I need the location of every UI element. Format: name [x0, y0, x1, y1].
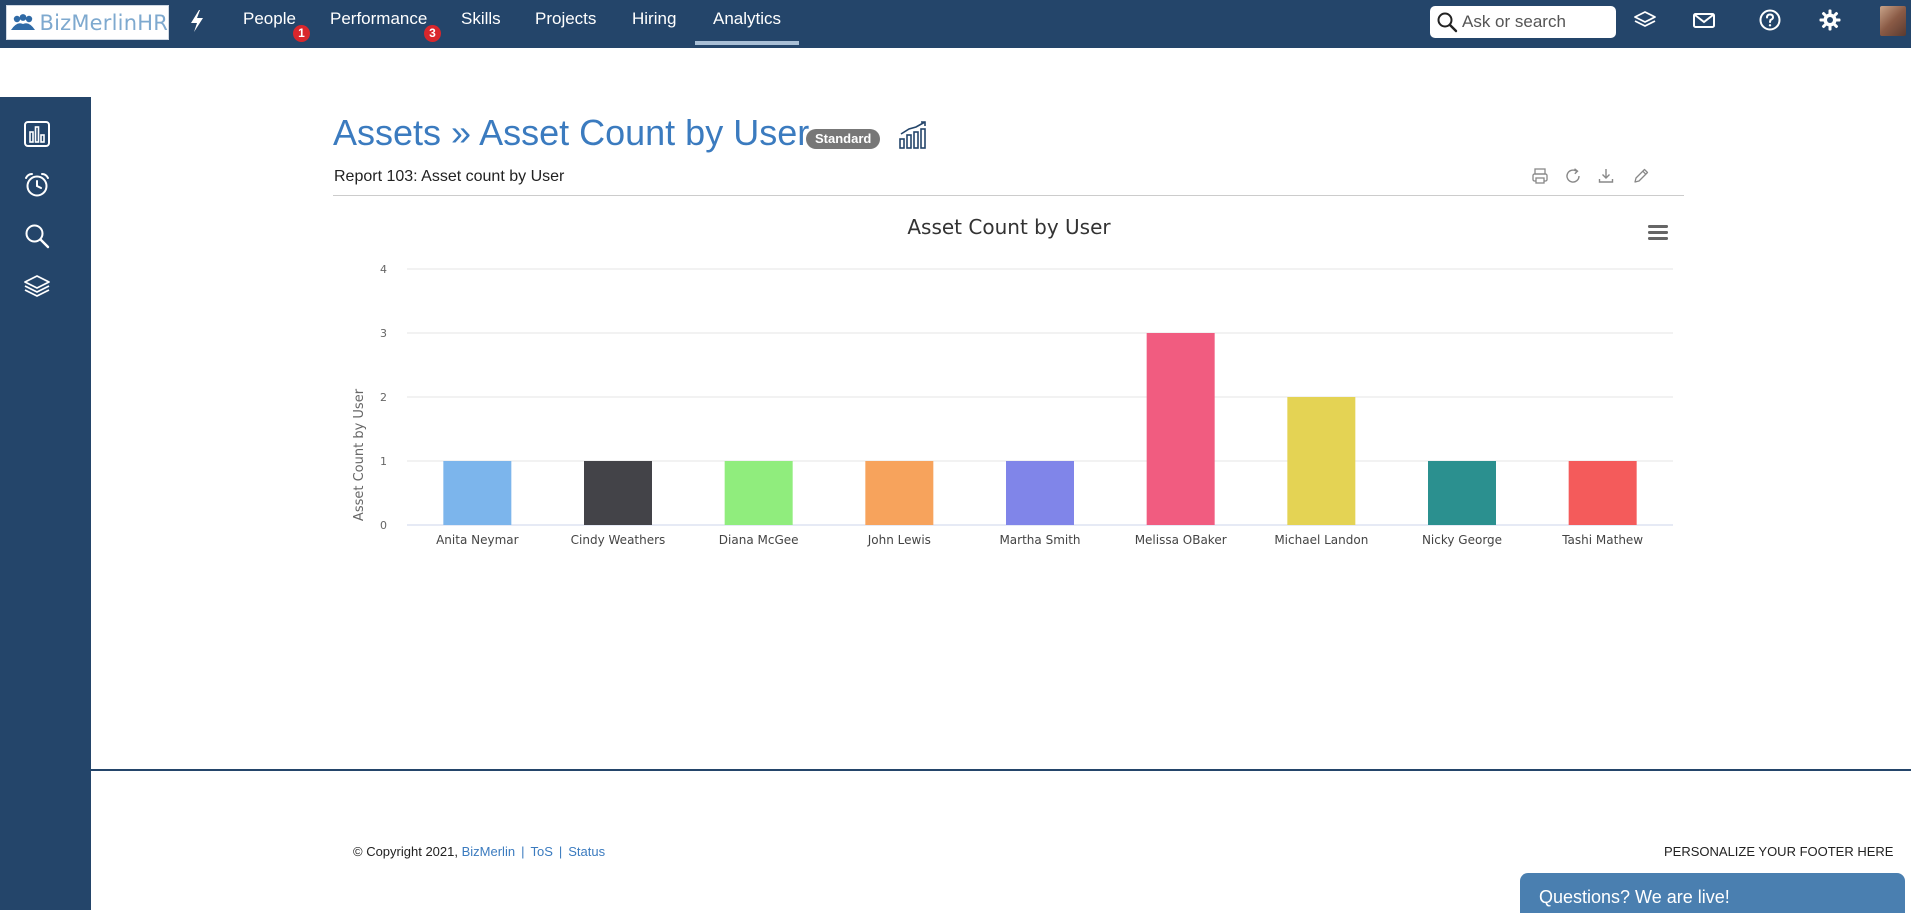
tos-link[interactable]: ToS [530, 844, 552, 859]
people-notification-badge: 1 [293, 25, 310, 42]
y-tick-label: 4 [380, 263, 387, 276]
search-icon[interactable] [22, 221, 52, 251]
bar-nicky-george[interactable] [1428, 461, 1496, 525]
nav-skills[interactable]: Skills [461, 9, 501, 29]
live-chat-widget[interactable]: Questions? We are live! [1520, 873, 1905, 913]
y-tick-label: 3 [380, 327, 387, 340]
search-input[interactable] [1462, 12, 1612, 32]
alarm-clock-icon[interactable] [22, 170, 52, 200]
mail-icon[interactable] [1691, 7, 1717, 33]
copyright-prefix: © Copyright 2021, [353, 844, 458, 859]
refresh-icon[interactable] [1563, 166, 1583, 186]
bolt-icon[interactable] [186, 8, 208, 34]
print-icon[interactable] [1530, 166, 1550, 186]
bar-anita-neymar[interactable] [443, 461, 512, 525]
personalize-footer-text: PERSONALIZE YOUR FOOTER HERE [1664, 844, 1894, 859]
user-avatar[interactable] [1880, 6, 1906, 36]
asset-count-bar-chart: Asset Count by User Asset Count by User … [352, 215, 1673, 547]
report-subtitle: Report 103: Asset count by User [334, 168, 565, 185]
x-tick-label: John Lewis [867, 533, 931, 547]
bar-cindy-weathers[interactable] [584, 461, 652, 525]
help-icon[interactable] [1757, 7, 1783, 33]
logo-text: BizMerlinHR [39, 10, 168, 35]
trend-chart-icon[interactable] [898, 120, 928, 150]
y-tick-label: 1 [380, 455, 387, 468]
layers-icon[interactable] [1632, 7, 1658, 33]
bar-john-lewis[interactable] [865, 461, 934, 525]
header-divider [333, 195, 1684, 196]
search-icon [1437, 12, 1458, 33]
copyright-text: © Copyright 2021, BizMerlin | ToS | Status [353, 844, 605, 859]
footer-divider [91, 769, 1911, 771]
nav-people[interactable]: People [243, 9, 296, 29]
gear-icon[interactable] [1817, 7, 1843, 33]
page-title: Assets » Asset Count by User [333, 112, 810, 153]
global-search[interactable] [1430, 6, 1616, 38]
status-link[interactable]: Status [568, 844, 605, 859]
separator: | [521, 844, 525, 859]
x-tick-label: Nicky George [1422, 533, 1502, 547]
nav-hiring[interactable]: Hiring [632, 9, 676, 29]
x-tick-label: Martha Smith [999, 533, 1080, 547]
x-tick-label: Tashi Mathew [1561, 533, 1643, 547]
layers-icon[interactable] [22, 271, 52, 301]
separator: | [558, 844, 563, 859]
chart-title: Asset Count by User [907, 215, 1111, 239]
bar-melissa-obaker[interactable] [1146, 333, 1215, 525]
top-navbar: BizMerlinHR People 1 Performance 3 Skill… [0, 0, 1911, 48]
bizmerlin-logo[interactable]: BizMerlinHR [6, 5, 169, 40]
x-tick-label: Melissa OBaker [1135, 533, 1227, 547]
nav-performance[interactable]: Performance [330, 9, 427, 29]
chart-icon[interactable] [22, 119, 52, 149]
bar-tashi-mathew[interactable] [1568, 461, 1637, 525]
y-tick-label: 0 [380, 519, 387, 532]
bar-michael-landon[interactable] [1287, 397, 1356, 525]
bar-diana-mcgee[interactable] [724, 461, 793, 525]
performance-notification-badge: 3 [424, 25, 441, 42]
active-tab-indicator [695, 41, 799, 45]
y-axis-label: Asset Count by User [352, 388, 367, 521]
y-tick-label: 2 [380, 391, 387, 404]
x-tick-label: Diana McGee [719, 533, 799, 547]
left-sidebar [0, 97, 91, 910]
nav-analytics[interactable]: Analytics [713, 9, 781, 29]
bar-martha-smith[interactable] [1006, 461, 1074, 525]
x-tick-label: Cindy Weathers [571, 533, 666, 547]
standard-badge: Standard [806, 129, 881, 149]
nav-projects[interactable]: Projects [535, 9, 596, 29]
x-tick-label: Anita Neymar [436, 533, 519, 547]
chart-menu-icon[interactable] [1645, 220, 1671, 244]
edit-icon[interactable] [1631, 166, 1651, 186]
x-tick-label: Michael Landon [1274, 533, 1368, 547]
download-icon[interactable] [1596, 166, 1616, 186]
people-group-icon [9, 9, 38, 37]
bizmerlin-link[interactable]: BizMerlin [462, 844, 515, 859]
